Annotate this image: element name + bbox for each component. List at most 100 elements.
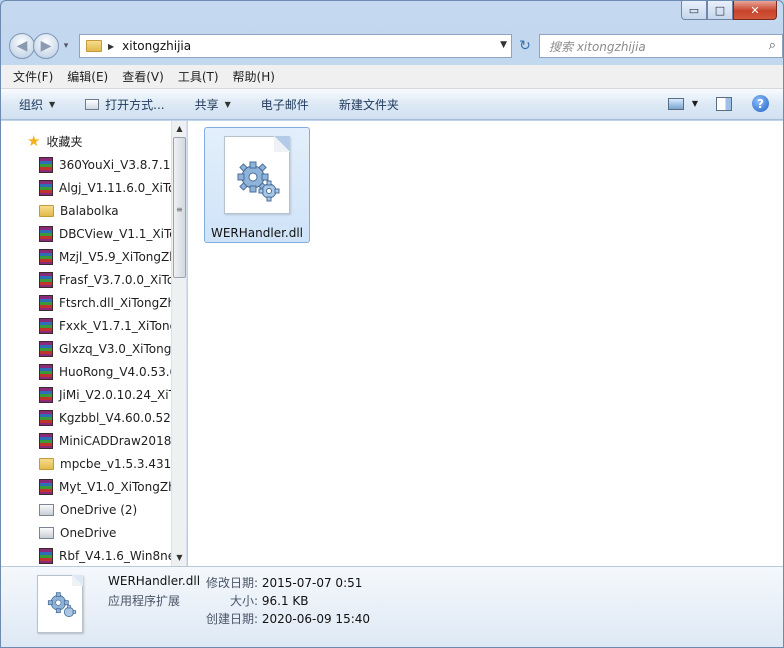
sidebar-item-label: 360YouXi_V3.8.7.10 xyxy=(59,158,178,172)
archive-icon xyxy=(39,318,53,334)
sidebar-item-label: DBCView_V1.1_XiTo xyxy=(59,227,177,241)
open-with-button[interactable]: 打开方式... xyxy=(85,96,165,113)
vertical-scrollbar[interactable]: ▲ ≡ ▼ xyxy=(171,121,186,566)
recent-pages-dropdown[interactable]: ▾ xyxy=(59,41,73,51)
archive-icon xyxy=(39,180,53,196)
view-options-chevron-icon[interactable]: ▼ xyxy=(692,99,698,108)
sidebar-item[interactable]: MiniCADDraw2018 xyxy=(39,431,171,451)
sidebar-item[interactable]: DBCView_V1.1_XiTo xyxy=(39,224,177,244)
menu-help[interactable]: 帮助(H) xyxy=(233,68,275,85)
scroll-up-icon[interactable]: ▲ xyxy=(172,121,186,137)
menu-view[interactable]: 查看(V) xyxy=(122,68,164,85)
navigation-bar: ◀ ▶ ▾ ▶ xitongzhijia ▼ ↻ 搜索 xitongzhijia… xyxy=(9,31,783,61)
close-button[interactable]: ✕ xyxy=(733,1,777,20)
archive-icon xyxy=(39,548,53,564)
search-input[interactable]: 搜索 xitongzhijia ⌕ xyxy=(539,34,783,58)
archive-icon xyxy=(39,479,53,495)
sidebar-item-label: HuoRong_V4.0.53.6 xyxy=(59,365,178,379)
sidebar-item[interactable]: Algj_V1.11.6.0_XiTo xyxy=(39,178,176,198)
sidebar-item-label: JiMi_V2.0.10.24_XiT xyxy=(59,388,176,402)
back-button[interactable]: ◀ xyxy=(9,33,35,59)
archive-icon xyxy=(39,272,53,288)
archive-icon xyxy=(39,249,53,265)
minimize-button[interactable]: ▭ xyxy=(681,1,707,20)
created-value: 2020-06-09 15:40 xyxy=(261,612,371,626)
view-controls: ▼ ? xyxy=(667,95,769,112)
dll-file-icon xyxy=(224,136,290,214)
search-placeholder: 搜索 xitongzhijia xyxy=(549,39,646,54)
organize-button[interactable]: 组织 ▼ xyxy=(19,96,55,113)
email-button[interactable]: 电子邮件 xyxy=(261,96,309,113)
address-dropdown-icon[interactable]: ▼ xyxy=(500,40,507,50)
sidebar-item[interactable]: Kgzbbl_V4.60.0.520 xyxy=(39,408,178,428)
share-button[interactable]: 共享 ▼ xyxy=(195,96,231,113)
favorites-node[interactable]: ★ 收藏夹 xyxy=(27,132,82,150)
archive-icon xyxy=(39,341,53,357)
refresh-icon: ↻ xyxy=(519,38,531,54)
sidebar-item[interactable]: Ftsrch.dll_XiTongZh xyxy=(39,293,175,313)
menu-tools[interactable]: 工具(T) xyxy=(178,68,219,85)
sidebar-item[interactable]: Rbf_V4.1.6_Win8net xyxy=(39,546,180,566)
breadcrumb-path[interactable]: xitongzhijia xyxy=(122,39,191,53)
preview-pane-icon[interactable] xyxy=(716,96,732,111)
navigation-pane: ★ 收藏夹 360YouXi_V3.8.7.10 Algj_V1.11.6.0_X… xyxy=(1,121,187,566)
details-pane: WERHandler.dll 应用程序扩展 修改日期: 2015-07-07 0… xyxy=(1,566,783,647)
file-name: WERHandler.dll xyxy=(210,226,304,240)
sidebar-item[interactable]: mpcbe_v1.5.3.4312 xyxy=(39,454,179,474)
search-icon[interactable]: ⌕ xyxy=(769,38,776,53)
maximize-icon: □ xyxy=(714,3,726,17)
archive-icon xyxy=(39,387,53,403)
sidebar-item-label: Glxzq_V3.0_XiTong xyxy=(59,342,172,356)
forward-arrow-icon: ▶ xyxy=(40,38,52,54)
menu-bar: 文件(F) 编辑(E) 查看(V) 工具(T) 帮助(H) xyxy=(1,65,783,89)
minimize-icon: ▭ xyxy=(688,3,700,17)
sidebar-item-label: Mzjl_V5.9_XiTongZh xyxy=(59,250,177,264)
size-row: 大小: 96.1 KB xyxy=(230,592,309,609)
modified-label: 修改日期: xyxy=(206,576,259,590)
star-icon: ★ xyxy=(27,132,41,150)
sidebar-item-label: Kgzbbl_V4.60.0.520 xyxy=(59,411,179,425)
new-folder-button[interactable]: 新建文件夹 xyxy=(339,96,399,113)
menu-file[interactable]: 文件(F) xyxy=(13,68,53,85)
gears-icon xyxy=(47,592,77,618)
breadcrumb-separator-icon[interactable]: ▶ xyxy=(108,42,114,51)
sidebar-item-label: OneDrive (2) xyxy=(60,503,138,517)
sidebar-item-label: Ftsrch.dll_XiTongZh xyxy=(59,296,176,310)
open-with-label: 打开方式... xyxy=(105,97,165,112)
forward-button[interactable]: ▶ xyxy=(33,33,59,59)
open-with-icon xyxy=(85,98,100,110)
sidebar-item[interactable]: 360YouXi_V3.8.7.10 xyxy=(39,155,178,175)
sidebar-item[interactable]: Frasf_V3.7.0.0_XiTo xyxy=(39,270,174,290)
sidebar-item[interactable]: Balabolka xyxy=(39,201,119,221)
menu-edit[interactable]: 编辑(E) xyxy=(67,68,108,85)
sidebar-item[interactable]: JiMi_V2.0.10.24_XiT xyxy=(39,385,176,405)
scroll-down-icon[interactable]: ▼ xyxy=(172,550,186,566)
change-view-icon[interactable] xyxy=(667,97,684,110)
sidebar-item[interactable]: Mzjl_V5.9_XiTongZh xyxy=(39,247,177,267)
details-file-name: WERHandler.dll xyxy=(108,574,201,588)
file-list-area[interactable]: WERHandler.dll xyxy=(188,121,783,566)
sidebar-item[interactable]: Fxxk_V1.7.1_XiTong xyxy=(39,316,177,336)
gears-icon xyxy=(237,161,280,202)
details-file-type: 应用程序扩展 xyxy=(108,594,181,608)
address-bar[interactable]: ▶ xitongzhijia ▼ xyxy=(79,34,512,58)
sidebar-item[interactable]: OneDrive xyxy=(39,523,116,543)
organize-label: 组织 xyxy=(19,97,44,112)
folder-icon xyxy=(39,458,54,470)
sidebar-item[interactable]: Myt_V1.0_XiTongZh xyxy=(39,477,176,497)
sidebar-item-label: Frasf_V3.7.0.0_XiTo xyxy=(59,273,175,287)
refresh-button[interactable]: ↻ xyxy=(514,34,536,58)
caption-buttons: ▭ □ ✕ xyxy=(681,1,777,20)
sidebar-item[interactable]: Glxzq_V3.0_XiTong xyxy=(39,339,171,359)
archive-icon xyxy=(39,433,53,449)
sidebar-item[interactable]: HuoRong_V4.0.53.6 xyxy=(39,362,177,382)
chevron-down-icon: ▼ xyxy=(224,99,231,109)
archive-icon xyxy=(39,226,53,242)
drive-icon xyxy=(39,504,54,516)
help-icon[interactable]: ? xyxy=(752,95,769,112)
maximize-button[interactable]: □ xyxy=(707,1,733,20)
sidebar-item[interactable]: OneDrive (2) xyxy=(39,500,137,520)
share-label: 共享 xyxy=(194,97,219,112)
file-item[interactable]: WERHandler.dll xyxy=(204,127,310,243)
email-label: 电子邮件 xyxy=(260,97,309,112)
